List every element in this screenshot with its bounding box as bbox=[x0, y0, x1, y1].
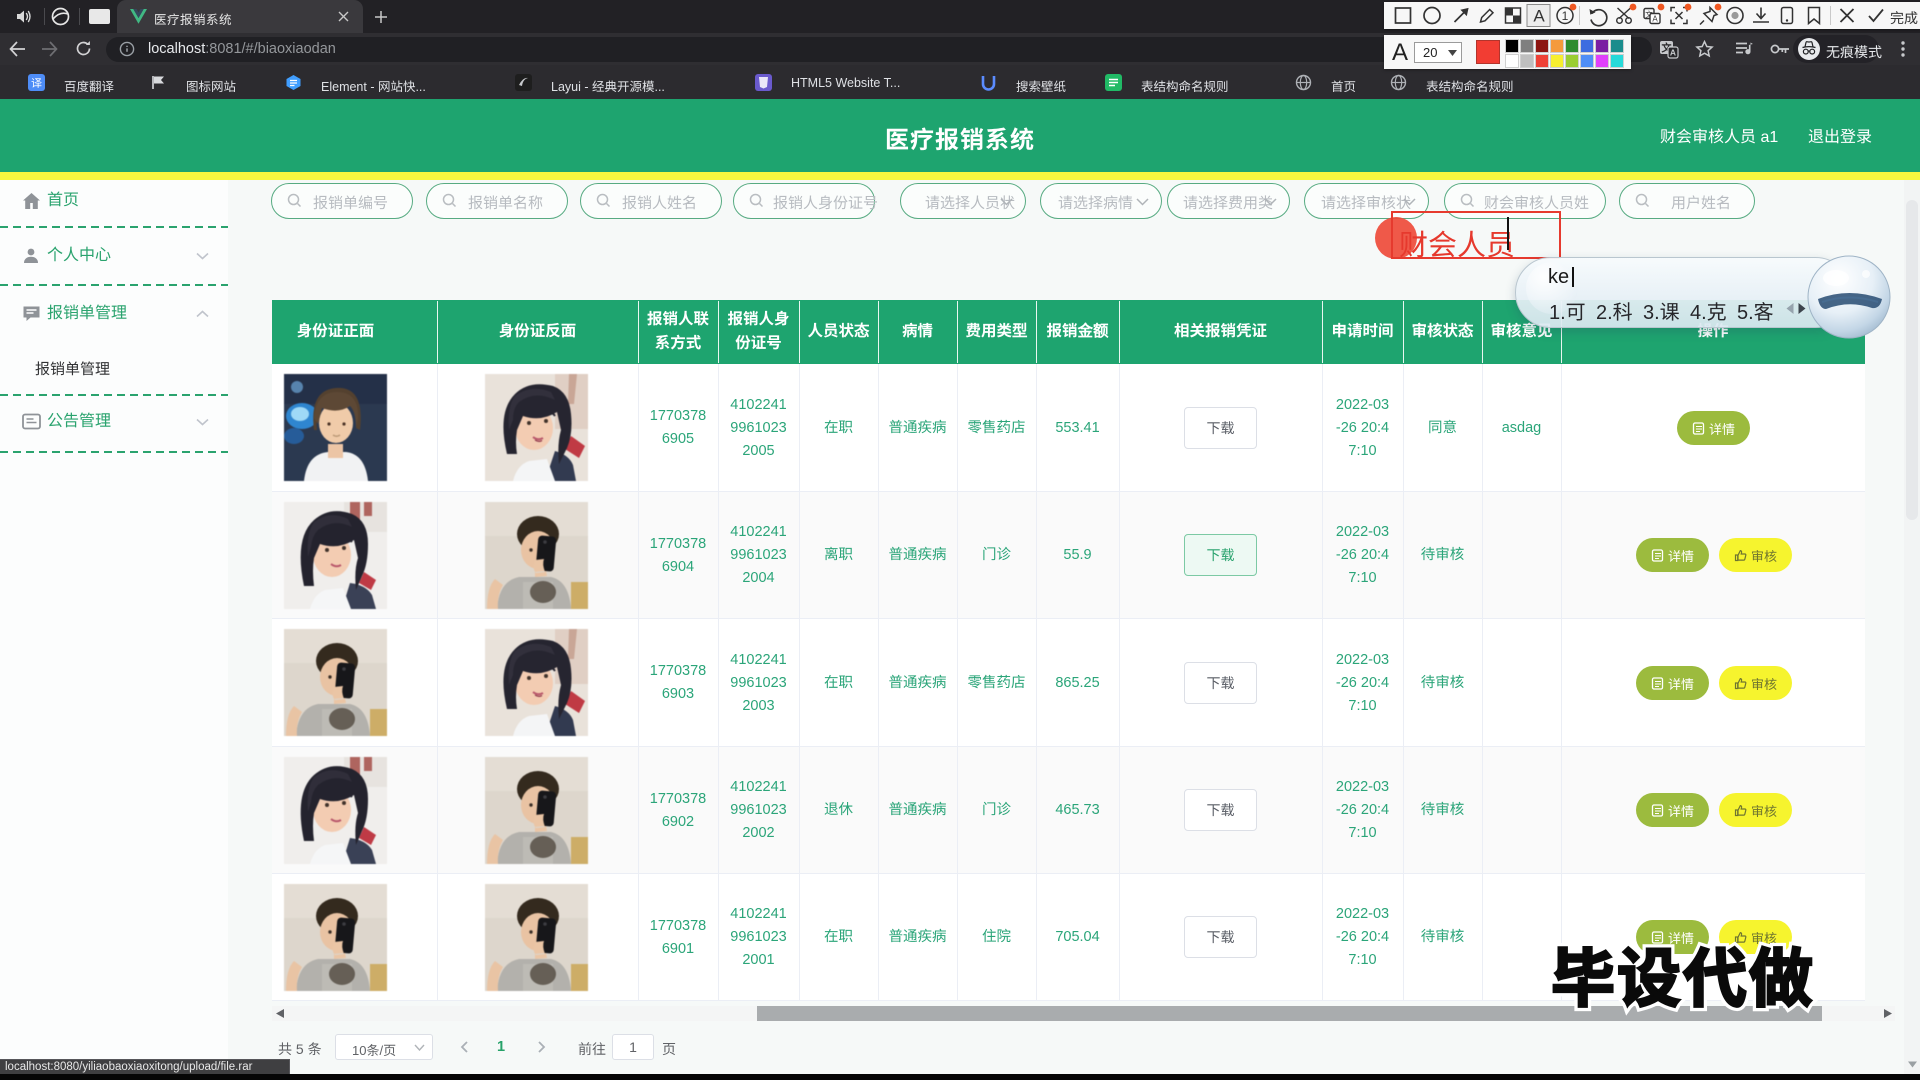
svg-text:A: A bbox=[1652, 15, 1658, 24]
svg-text:译: 译 bbox=[31, 75, 42, 91]
svg-text:1: 1 bbox=[1562, 9, 1569, 23]
svg-text:A: A bbox=[1670, 48, 1676, 58]
svg-text:A: A bbox=[1533, 7, 1545, 26]
